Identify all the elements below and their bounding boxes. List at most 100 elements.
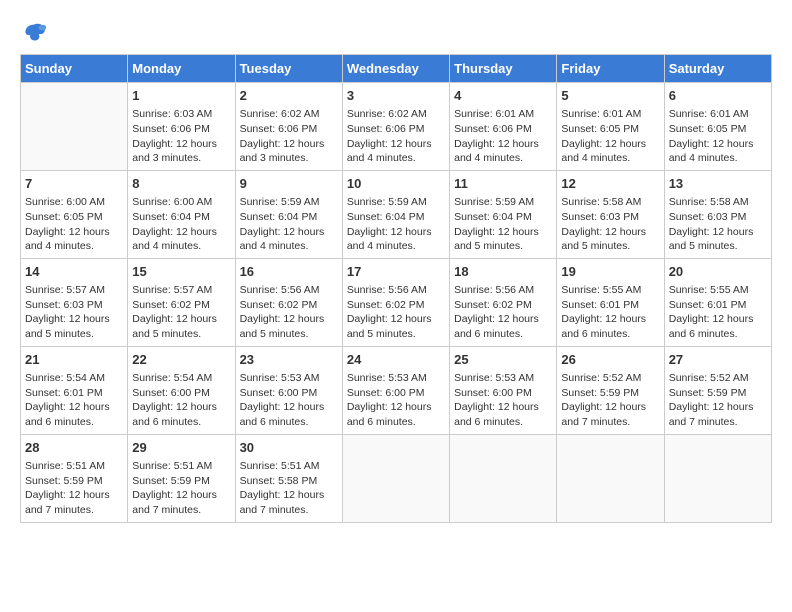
day-info-line: Sunrise: 5:52 AM	[669, 371, 767, 386]
day-info-line: Daylight: 12 hours	[240, 312, 338, 327]
calendar-week-5: 28Sunrise: 5:51 AMSunset: 5:59 PMDayligh…	[21, 434, 772, 522]
calendar-cell: 20Sunrise: 5:55 AMSunset: 6:01 PMDayligh…	[664, 258, 771, 346]
calendar-cell: 9Sunrise: 5:59 AMSunset: 6:04 PMDaylight…	[235, 170, 342, 258]
day-info-line: Sunrise: 5:53 AM	[240, 371, 338, 386]
calendar-week-2: 7Sunrise: 6:00 AMSunset: 6:05 PMDaylight…	[21, 170, 772, 258]
day-number: 21	[25, 351, 123, 369]
day-info-line: and 6 minutes.	[454, 415, 552, 430]
day-info-line: and 6 minutes.	[25, 415, 123, 430]
day-info-line: Sunset: 6:01 PM	[669, 298, 767, 313]
day-info-line: Sunset: 6:06 PM	[454, 122, 552, 137]
day-info-line: Daylight: 12 hours	[240, 400, 338, 415]
day-info-line: and 4 minutes.	[347, 239, 445, 254]
day-info-line: Daylight: 12 hours	[132, 312, 230, 327]
day-info-line: Sunset: 6:04 PM	[132, 210, 230, 225]
day-info-line: Sunset: 6:02 PM	[240, 298, 338, 313]
day-info-line: Daylight: 12 hours	[454, 400, 552, 415]
day-info-line: Sunrise: 5:55 AM	[669, 283, 767, 298]
calendar-cell: 13Sunrise: 5:58 AMSunset: 6:03 PMDayligh…	[664, 170, 771, 258]
calendar-week-3: 14Sunrise: 5:57 AMSunset: 6:03 PMDayligh…	[21, 258, 772, 346]
day-info-line: and 5 minutes.	[132, 327, 230, 342]
calendar-cell	[342, 434, 449, 522]
calendar-cell	[557, 434, 664, 522]
calendar-cell: 16 Sunrise: 5:56 AMSunset: 6:02 PMDayligh…	[235, 258, 342, 346]
day-info-line: Sunset: 6:05 PM	[25, 210, 123, 225]
day-info-line: Sunset: 6:04 PM	[240, 210, 338, 225]
day-info-line: Sunrise: 5:59 AM	[454, 195, 552, 210]
day-info-line: Sunrise: 5:56 AM	[240, 283, 338, 298]
day-info-line: Sunrise: 6:00 AM	[25, 195, 123, 210]
day-info-line: Sunrise: 6:00 AM	[132, 195, 230, 210]
calendar-cell	[450, 434, 557, 522]
calendar-cell: 28Sunrise: 5:51 AMSunset: 5:59 PMDayligh…	[21, 434, 128, 522]
day-number: 16	[240, 263, 338, 281]
calendar-week-1: 1Sunrise: 6:03 AMSunset: 6:06 PMDaylight…	[21, 83, 772, 171]
day-number: 18	[454, 263, 552, 281]
calendar-cell: 24Sunrise: 5:53 AMSunset: 6:00 PMDayligh…	[342, 346, 449, 434]
calendar-cell	[21, 83, 128, 171]
day-info-line: Sunset: 6:04 PM	[454, 210, 552, 225]
day-info-line: and 6 minutes.	[669, 327, 767, 342]
day-info-line: Sunrise: 5:51 AM	[240, 459, 338, 474]
day-info-line: and 7 minutes.	[669, 415, 767, 430]
day-info-line: and 6 minutes.	[240, 415, 338, 430]
day-info-line: and 6 minutes.	[347, 415, 445, 430]
day-number: 2	[240, 87, 338, 105]
day-info-line: Daylight: 12 hours	[347, 225, 445, 240]
day-info-line: and 7 minutes.	[25, 503, 123, 518]
calendar-cell: 15Sunrise: 5:57 AMSunset: 6:02 PMDayligh…	[128, 258, 235, 346]
day-info-line: and 5 minutes.	[561, 239, 659, 254]
day-info-line: Sunrise: 5:51 AM	[25, 459, 123, 474]
calendar-cell: 27Sunrise: 5:52 AMSunset: 5:59 PMDayligh…	[664, 346, 771, 434]
weekday-header-monday: Monday	[128, 55, 235, 83]
day-info-line: Sunset: 6:02 PM	[132, 298, 230, 313]
calendar-cell: 18Sunrise: 5:56 AMSunset: 6:02 PMDayligh…	[450, 258, 557, 346]
day-info-line: Daylight: 12 hours	[132, 488, 230, 503]
day-info-line: Daylight: 12 hours	[240, 488, 338, 503]
day-info-line: Sunrise: 5:58 AM	[669, 195, 767, 210]
day-info-line: Sunset: 6:06 PM	[240, 122, 338, 137]
calendar-cell: 14Sunrise: 5:57 AMSunset: 6:03 PMDayligh…	[21, 258, 128, 346]
day-info-line: and 7 minutes.	[240, 503, 338, 518]
day-info-line: Sunrise: 6:03 AM	[132, 107, 230, 122]
day-info-line: Sunset: 6:00 PM	[132, 386, 230, 401]
calendar-cell: 11Sunrise: 5:59 AMSunset: 6:04 PMDayligh…	[450, 170, 557, 258]
day-info-line: and 5 minutes.	[347, 327, 445, 342]
day-info-line: Daylight: 12 hours	[347, 400, 445, 415]
day-info-line: Sunset: 6:02 PM	[347, 298, 445, 313]
day-info-line: Sunset: 6:06 PM	[132, 122, 230, 137]
day-info-line: and 6 minutes.	[454, 327, 552, 342]
day-info-line: Sunset: 5:59 PM	[132, 474, 230, 489]
day-info-line: and 5 minutes.	[240, 327, 338, 342]
day-info-line: Sunset: 6:03 PM	[561, 210, 659, 225]
day-info-line: Daylight: 12 hours	[561, 400, 659, 415]
day-info-line: Sunset: 6:00 PM	[240, 386, 338, 401]
calendar-table: SundayMondayTuesdayWednesdayThursdayFrid…	[20, 54, 772, 523]
weekday-header-wednesday: Wednesday	[342, 55, 449, 83]
day-number: 26	[561, 351, 659, 369]
day-info-line: Sunrise: 5:54 AM	[25, 371, 123, 386]
weekday-header-saturday: Saturday	[664, 55, 771, 83]
calendar-cell: 10Sunrise: 5:59 AMSunset: 6:04 PMDayligh…	[342, 170, 449, 258]
calendar-cell: 12Sunrise: 5:58 AMSunset: 6:03 PMDayligh…	[557, 170, 664, 258]
day-number: 10	[347, 175, 445, 193]
day-number: 28	[25, 439, 123, 457]
day-info-line: Daylight: 12 hours	[132, 225, 230, 240]
calendar-body: 1Sunrise: 6:03 AMSunset: 6:06 PMDaylight…	[21, 83, 772, 523]
day-info-line: Sunrise: 5:57 AM	[25, 283, 123, 298]
day-info-line: Sunrise: 6:01 AM	[454, 107, 552, 122]
calendar-cell: 25Sunrise: 5:53 AMSunset: 6:00 PMDayligh…	[450, 346, 557, 434]
weekday-header-sunday: Sunday	[21, 55, 128, 83]
calendar-cell: 30Sunrise: 5:51 AMSunset: 5:58 PMDayligh…	[235, 434, 342, 522]
day-number: 3	[347, 87, 445, 105]
day-number: 5	[561, 87, 659, 105]
day-info-line: Sunset: 5:58 PM	[240, 474, 338, 489]
day-number: 9	[240, 175, 338, 193]
calendar-cell: 23 Sunrise: 5:53 AMSunset: 6:00 PMDayligh…	[235, 346, 342, 434]
weekday-header-thursday: Thursday	[450, 55, 557, 83]
day-info-line: Sunset: 6:05 PM	[669, 122, 767, 137]
day-number: 23	[240, 351, 338, 369]
day-info-line: Sunrise: 6:02 AM	[347, 107, 445, 122]
calendar-cell: 21Sunrise: 5:54 AMSunset: 6:01 PMDayligh…	[21, 346, 128, 434]
day-info-line: and 4 minutes.	[669, 151, 767, 166]
